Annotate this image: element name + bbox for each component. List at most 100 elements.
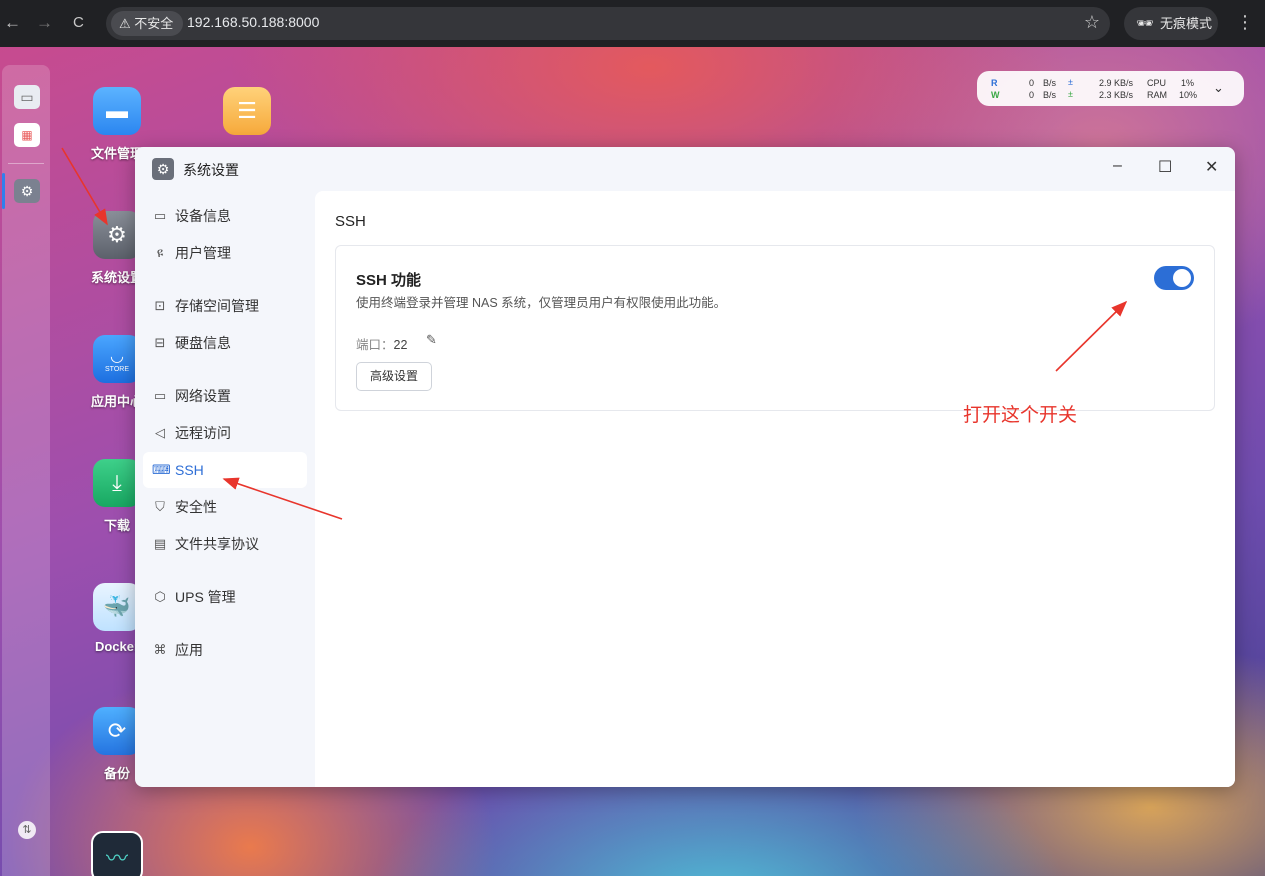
shield-icon: ⛉	[155, 499, 165, 514]
cpu-label: CPU	[1147, 78, 1167, 88]
sidebar-item-label: 文件共享协议	[175, 536, 259, 552]
maximize-button[interactable]: ☐	[1158, 157, 1172, 177]
dock-divider	[8, 163, 44, 164]
settings-window: ⚙ 系统设置 – ☐ ✕ ▭ 设备信息 ዩ 用户管理 ⊡ 存储空间管理 ⊟ 硬盘…	[135, 147, 1235, 787]
sidebar-item-label: 安全性	[175, 499, 217, 515]
dock-apps-icon[interactable]: ▦	[14, 123, 40, 147]
ram-label: RAM	[1147, 90, 1167, 100]
read-value: 0	[1029, 78, 1035, 88]
sidebar-item-users[interactable]: ዩ 用户管理	[143, 235, 307, 271]
sidebar-item-label: 硬盘信息	[175, 335, 231, 351]
ssh-toggle[interactable]	[1154, 266, 1194, 290]
write-unit: B/s	[1043, 90, 1057, 100]
settings-content: SSH SSH 功能 使用终端登录并管理 NAS 系统，仅管理员用户有权限使用此…	[315, 191, 1235, 787]
reload-button[interactable]: C	[73, 12, 84, 34]
sidebar-item-label: SSH	[175, 462, 204, 478]
folder-icon: ▬	[93, 87, 141, 135]
browser-menu-button[interactable]: ⋮	[1236, 12, 1254, 33]
forward-button[interactable]: →	[36, 12, 53, 34]
write-value: 0	[1029, 90, 1035, 100]
warning-icon: ⚠	[119, 16, 131, 31]
incognito-badge[interactable]: 🕶 无痕模式	[1124, 7, 1218, 40]
ssh-card: SSH 功能 使用终端登录并管理 NAS 系统，仅管理员用户有权限使用此功能。 …	[335, 245, 1215, 411]
monitor-icon: 〰	[91, 831, 143, 876]
sidebar-item-label: 用户管理	[175, 245, 231, 261]
page-title: SSH	[335, 213, 366, 230]
incognito-icon: 🕶	[1136, 15, 1154, 31]
send-icon: ◁	[155, 425, 165, 440]
sidebar-item-label: 存储空间管理	[175, 298, 259, 314]
toggle-knob	[1173, 269, 1191, 287]
device-icon: ▭	[153, 208, 167, 223]
read-unit: B/s	[1043, 78, 1057, 88]
dock-desktop-icon[interactable]: ▭	[14, 85, 40, 109]
sidebar-item-network[interactable]: ▭ 网络设置	[143, 378, 307, 414]
notes-icon: ☰	[223, 87, 271, 135]
sidebar-item-remote-access[interactable]: ◁ 远程访问	[143, 415, 307, 451]
security-label: 不安全	[134, 16, 174, 31]
sidebar-item-label: 网络设置	[175, 388, 231, 404]
port-value: 22	[393, 338, 408, 352]
write-label: W	[991, 90, 1000, 100]
sidebar-item-label: 设备信息	[175, 208, 231, 224]
window-title: 系统设置	[183, 162, 239, 178]
port-label: 端口：	[356, 338, 394, 352]
incognito-label: 无痕模式	[1160, 16, 1213, 31]
advanced-settings-button[interactable]: 高级设置	[356, 362, 432, 391]
expand-chevron-icon[interactable]: ⌄	[1213, 80, 1224, 96]
sidebar-item-file-sharing[interactable]: ▤ 文件共享协议	[143, 526, 307, 562]
port-row: 端口：22	[356, 334, 407, 353]
store-icon: ◡ STORE	[93, 335, 141, 383]
dock: ▭ ▦ ⚙ ⇅	[2, 65, 50, 876]
apps-grid-icon: ⌘	[153, 642, 167, 657]
user-icon: ዩ	[156, 245, 164, 260]
bookmark-star-icon[interactable]: ☆	[1084, 12, 1100, 33]
resource-monitor-widget[interactable]: R 0 B/s W 0 B/s ± ± 2.9 KB/s 2.3 KB/s CP…	[977, 71, 1244, 106]
sidebar-item-security[interactable]: ⛉ 安全性	[143, 489, 307, 525]
storage-icon: ⊡	[154, 298, 166, 313]
sidebar-item-apps[interactable]: ⌘ 应用	[143, 632, 307, 668]
desktop: ▭ ▦ ⚙ ⇅ ▬ 文件管理 ☰ ⚙ 系统设置 ◡ STORE 应用中心 ⤓ 下载…	[0, 47, 1265, 876]
ram-value: 10%	[1179, 90, 1198, 100]
sidebar-item-label: 远程访问	[175, 425, 231, 441]
edit-pencil-icon[interactable]: ✎	[426, 332, 437, 348]
terminal-icon: ⌨	[152, 462, 171, 477]
backup-icon: ⟳	[93, 707, 141, 755]
sidebar-item-storage[interactable]: ⊡ 存储空间管理	[143, 288, 307, 324]
sidebar-item-disk-info[interactable]: ⊟ 硬盘信息	[143, 325, 307, 361]
sidebar-item-ups[interactable]: ⬡ UPS 管理	[143, 579, 307, 615]
cpu-value: 1%	[1181, 78, 1195, 88]
sidebar-item-label: UPS 管理	[175, 589, 236, 605]
document-icon: ▤	[153, 536, 167, 551]
dock-sync-icon[interactable]: ⇅	[18, 821, 36, 839]
address-bar[interactable]: ⚠ 不安全 192.168.50.188:8000 ☆	[106, 7, 1110, 40]
settings-window-icon: ⚙	[152, 158, 174, 180]
download-rate-icon: ±	[1068, 89, 1073, 99]
gear-icon: ⚙	[93, 211, 141, 259]
download-icon: ⤓	[93, 459, 141, 507]
ups-shield-icon: ⬡	[154, 589, 166, 604]
back-button[interactable]: ←	[4, 12, 21, 34]
dock-settings-icon[interactable]: ⚙	[14, 179, 40, 203]
desktop-app-monitor[interactable]: 〰	[87, 831, 147, 876]
close-button[interactable]: ✕	[1205, 157, 1218, 177]
download-rate: 2.3 KB/s	[1099, 90, 1134, 100]
ssh-card-description: 使用终端登录并管理 NAS 系统，仅管理员用户有权限使用此功能。	[356, 296, 727, 310]
url-text[interactable]: 192.168.50.188:8000	[187, 14, 319, 30]
sidebar-item-label: 应用	[175, 642, 203, 658]
minimize-button[interactable]: –	[1113, 157, 1122, 175]
sidebar-item-device-info[interactable]: ▭ 设备信息	[143, 198, 307, 234]
upload-rate: 2.9 KB/s	[1099, 78, 1134, 88]
sidebar-item-ssh[interactable]: ⌨ SSH	[143, 452, 307, 488]
annotation-text: 打开这个开关	[963, 405, 1078, 426]
desktop-app-notes[interactable]: ☰	[217, 87, 277, 135]
security-indicator[interactable]: ⚠ 不安全	[111, 11, 183, 36]
settings-sidebar: ▭ 设备信息 ዩ 用户管理 ⊡ 存储空间管理 ⊟ 硬盘信息 ▭ 网络设置 ◁ 远…	[135, 191, 315, 787]
ssh-card-title: SSH 功能	[356, 272, 422, 289]
disk-icon: ⊟	[154, 335, 166, 350]
network-icon: ▭	[153, 388, 167, 403]
dock-active-indicator	[2, 173, 5, 209]
upload-icon: ±	[1068, 77, 1073, 87]
read-label: R	[991, 78, 998, 88]
browser-toolbar: ← → C ⚠ 不安全 192.168.50.188:8000 ☆ 🕶 无痕模式…	[0, 0, 1265, 47]
